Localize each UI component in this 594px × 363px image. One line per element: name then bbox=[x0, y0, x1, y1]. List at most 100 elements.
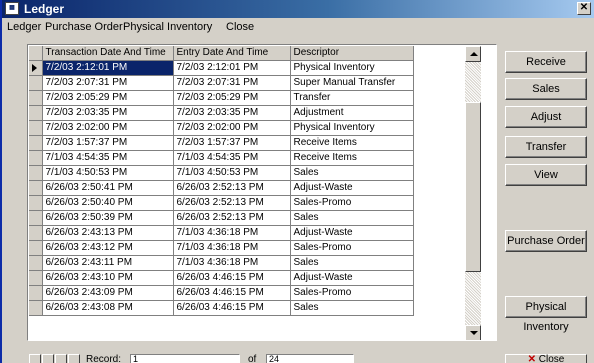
cell-descriptor[interactable]: Adjustment bbox=[290, 105, 414, 121]
cell-descriptor[interactable]: Physical Inventory bbox=[290, 60, 414, 76]
row-selector[interactable] bbox=[29, 165, 43, 181]
close-button[interactable]: ✕ Close bbox=[505, 354, 587, 363]
column-header-transaction-date[interactable]: Transaction Date And Time bbox=[42, 46, 174, 61]
scroll-thumb[interactable] bbox=[465, 102, 481, 272]
cell-transaction-date[interactable]: 7/2/03 2:12:01 PM bbox=[42, 60, 174, 76]
row-selector[interactable] bbox=[29, 225, 43, 241]
row-selector[interactable] bbox=[29, 90, 43, 106]
cell-transaction-date[interactable]: 7/2/03 2:07:31 PM bbox=[42, 75, 174, 91]
cell-descriptor[interactable]: Adjust-Waste bbox=[290, 270, 414, 286]
menu-close[interactable]: Close bbox=[226, 21, 254, 33]
row-selector[interactable] bbox=[29, 255, 43, 271]
cell-transaction-date[interactable]: 6/26/03 2:50:40 PM bbox=[42, 195, 174, 211]
cell-entry-date[interactable]: 7/2/03 2:03:35 PM bbox=[173, 105, 291, 121]
table-row[interactable]: 6/26/03 2:43:12 PM 7/1/03 4:36:18 PM Sales… bbox=[29, 240, 414, 256]
cell-descriptor[interactable]: Physical Inventory bbox=[290, 120, 414, 136]
table-row[interactable]: 7/2/03 2:12:01 PM 7/2/03 2:12:01 PM Physic… bbox=[29, 60, 414, 76]
scroll-down-button[interactable] bbox=[465, 325, 481, 340]
cell-entry-date[interactable]: 7/2/03 2:12:01 PM bbox=[173, 60, 291, 76]
scroll-up-button[interactable] bbox=[465, 46, 481, 62]
physical-inventory-button[interactable]: Physical Inventory bbox=[505, 296, 587, 333]
row-selector[interactable] bbox=[29, 285, 43, 301]
cell-descriptor[interactable]: Sales bbox=[290, 210, 414, 226]
row-selector[interactable] bbox=[29, 300, 43, 316]
cell-descriptor[interactable]: Sales bbox=[290, 255, 414, 271]
row-selector[interactable] bbox=[29, 135, 43, 151]
column-header-descriptor[interactable]: Descriptor bbox=[290, 46, 414, 61]
cell-descriptor[interactable]: Adjust-Waste bbox=[290, 225, 414, 241]
table-row[interactable]: 6/26/03 2:43:09 PM 6/26/03 4:46:15 PM Sale… bbox=[29, 285, 414, 301]
cell-transaction-date[interactable]: 7/1/03 4:50:53 PM bbox=[42, 165, 174, 181]
cell-descriptor[interactable]: Super Manual Transfer bbox=[290, 75, 414, 91]
cell-transaction-date[interactable]: 7/2/03 2:03:35 PM bbox=[42, 105, 174, 121]
cell-entry-date[interactable]: 6/26/03 4:46:15 PM bbox=[173, 285, 291, 301]
table-row[interactable]: 7/2/03 2:07:31 PM 7/2/03 2:07:31 PM Super … bbox=[29, 75, 414, 91]
table-row[interactable]: 7/1/03 4:54:35 PM 7/1/03 4:54:35 PM Receiv… bbox=[29, 150, 414, 166]
sales-button[interactable]: Sales bbox=[505, 78, 587, 100]
table-row[interactable]: 7/2/03 2:05:29 PM 7/2/03 2:05:29 PM Transf… bbox=[29, 90, 414, 106]
cell-transaction-date[interactable]: 6/26/03 2:43:08 PM bbox=[42, 300, 174, 316]
table-row[interactable]: 6/26/03 2:43:10 PM 6/26/03 4:46:15 PM Adju… bbox=[29, 270, 414, 286]
table-row[interactable]: 6/26/03 2:50:41 PM 6/26/03 2:52:13 PM Adju… bbox=[29, 180, 414, 196]
cell-transaction-date[interactable]: 7/1/03 4:54:35 PM bbox=[42, 150, 174, 166]
cell-descriptor[interactable]: Receive Items bbox=[290, 150, 414, 166]
last-record-button[interactable] bbox=[68, 354, 80, 363]
cell-descriptor[interactable]: Sales-Promo bbox=[290, 240, 414, 256]
cell-entry-date[interactable]: 6/26/03 2:52:13 PM bbox=[173, 180, 291, 196]
purchase-order-button[interactable]: Purchase Order bbox=[505, 230, 587, 252]
row-selector[interactable] bbox=[29, 60, 43, 76]
close-window-button[interactable]: ✕ bbox=[577, 2, 591, 15]
cell-entry-date[interactable]: 7/1/03 4:36:18 PM bbox=[173, 225, 291, 241]
cell-entry-date[interactable]: 7/2/03 2:07:31 PM bbox=[173, 75, 291, 91]
table-row[interactable]: 6/26/03 2:43:13 PM 7/1/03 4:36:18 PM Adjus… bbox=[29, 225, 414, 241]
cell-transaction-date[interactable]: 7/2/03 1:57:37 PM bbox=[42, 135, 174, 151]
cell-entry-date[interactable]: 7/2/03 2:02:00 PM bbox=[173, 120, 291, 136]
cell-descriptor[interactable]: Receive Items bbox=[290, 135, 414, 151]
cell-descriptor[interactable]: Sales-Promo bbox=[290, 195, 414, 211]
cell-descriptor[interactable]: Adjust-Waste bbox=[290, 180, 414, 196]
row-selector[interactable] bbox=[29, 150, 43, 166]
row-selector[interactable] bbox=[29, 105, 43, 121]
cell-transaction-date[interactable]: 6/26/03 2:43:11 PM bbox=[42, 255, 174, 271]
row-selector[interactable] bbox=[29, 120, 43, 136]
previous-record-button[interactable] bbox=[42, 354, 54, 363]
table-row[interactable]: 7/1/03 4:50:53 PM 7/1/03 4:50:53 PM Sales bbox=[29, 165, 414, 181]
receive-button[interactable]: Receive bbox=[505, 51, 587, 73]
row-selector[interactable] bbox=[29, 240, 43, 256]
view-button[interactable]: View bbox=[505, 164, 587, 186]
cell-transaction-date[interactable]: 6/26/03 2:43:10 PM bbox=[42, 270, 174, 286]
row-selector[interactable] bbox=[29, 75, 43, 91]
row-selector[interactable] bbox=[29, 195, 43, 211]
menu-ledger[interactable]: Ledger bbox=[7, 21, 41, 33]
cell-transaction-date[interactable]: 7/2/03 2:02:00 PM bbox=[42, 120, 174, 136]
table-row[interactable]: 6/26/03 2:43:08 PM 6/26/03 4:46:15 PM Sale… bbox=[29, 300, 414, 316]
table-row[interactable]: 6/26/03 2:50:39 PM 6/26/03 2:52:13 PM Sale… bbox=[29, 210, 414, 226]
table-row[interactable]: 6/26/03 2:43:11 PM 7/1/03 4:36:18 PM Sales bbox=[29, 255, 414, 271]
menu-purchase-order[interactable]: Purchase Order bbox=[45, 21, 123, 33]
record-number-field[interactable]: 1 bbox=[130, 354, 240, 363]
adjust-button[interactable]: Adjust bbox=[505, 106, 587, 128]
cell-transaction-date[interactable]: 6/26/03 2:50:41 PM bbox=[42, 180, 174, 196]
row-selector[interactable] bbox=[29, 270, 43, 286]
cell-entry-date[interactable]: 7/2/03 1:57:37 PM bbox=[173, 135, 291, 151]
table-row[interactable]: 7/2/03 1:57:37 PM 7/2/03 1:57:37 PM Receiv… bbox=[29, 135, 414, 151]
cell-entry-date[interactable]: 6/26/03 4:46:15 PM bbox=[173, 300, 291, 316]
cell-descriptor[interactable]: Sales bbox=[290, 165, 414, 181]
cell-entry-date[interactable]: 7/2/03 2:05:29 PM bbox=[173, 90, 291, 106]
cell-descriptor[interactable]: Sales bbox=[290, 300, 414, 316]
first-record-button[interactable] bbox=[29, 354, 41, 363]
cell-transaction-date[interactable]: 6/26/03 2:43:09 PM bbox=[42, 285, 174, 301]
cell-entry-date[interactable]: 6/26/03 2:52:13 PM bbox=[173, 195, 291, 211]
cell-descriptor[interactable]: Sales-Promo bbox=[290, 285, 414, 301]
next-record-button[interactable] bbox=[55, 354, 67, 363]
row-selector[interactable] bbox=[29, 180, 43, 196]
table-row[interactable]: 7/2/03 2:03:35 PM 7/2/03 2:03:35 PM Adjust… bbox=[29, 105, 414, 121]
cell-entry-date[interactable]: 7/1/03 4:36:18 PM bbox=[173, 240, 291, 256]
menu-physical-inventory[interactable]: Physical Inventory bbox=[123, 21, 212, 33]
column-header-entry-date[interactable]: Entry Date And Time bbox=[173, 46, 291, 61]
cell-entry-date[interactable]: 7/1/03 4:50:53 PM bbox=[173, 165, 291, 181]
cell-transaction-date[interactable]: 7/2/03 2:05:29 PM bbox=[42, 90, 174, 106]
transfer-button[interactable]: Transfer bbox=[505, 136, 587, 158]
cell-transaction-date[interactable]: 6/26/03 2:50:39 PM bbox=[42, 210, 174, 226]
table-row[interactable]: 7/2/03 2:02:00 PM 7/2/03 2:02:00 PM Physic… bbox=[29, 120, 414, 136]
